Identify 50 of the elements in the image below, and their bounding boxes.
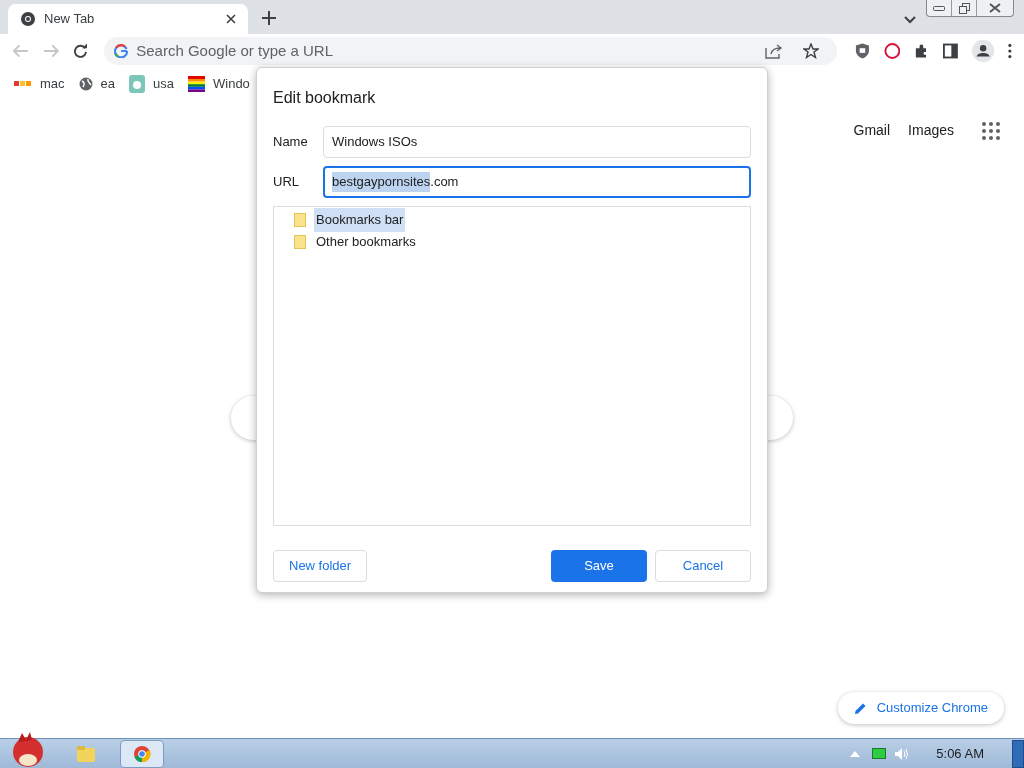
header-link[interactable]: Images: [908, 120, 954, 141]
browser-tab[interactable]: New Tab: [8, 4, 248, 34]
dialog-title: Edit bookmark: [273, 88, 377, 108]
clock-time: 5:06 AM: [936, 744, 984, 763]
close-icon[interactable]: [226, 14, 236, 24]
pencil-icon: [853, 701, 867, 715]
bookmark-item[interactable]: ea: [78, 74, 116, 94]
apps-grid-icon[interactable]: [982, 121, 1000, 140]
name-field[interactable]: Windows ISOs: [323, 126, 751, 158]
globe-icon: [78, 77, 93, 91]
save-button[interactable]: Save: [551, 550, 647, 582]
tab-title: New Tab: [44, 10, 96, 29]
field-label: Name: [273, 133, 309, 152]
close-icon[interactable]: [989, 3, 1001, 13]
rainbow-flag-icon: [188, 76, 205, 92]
folder-icon: [294, 235, 306, 249]
customize-chrome-button[interactable]: Customize Chrome: [837, 692, 1004, 724]
header-link[interactable]: Gmail: [853, 120, 891, 141]
new-folder-button[interactable]: New folder: [273, 550, 368, 582]
app-icon: [129, 75, 146, 93]
restore-icon[interactable]: [958, 2, 970, 14]
folder-item[interactable]: Bookmarks bar: [314, 208, 406, 232]
chevron-down-icon[interactable]: [904, 16, 916, 24]
show-desktop-button[interactable]: [1012, 739, 1024, 768]
bookmark-item[interactable]: Windo: [188, 74, 250, 94]
google-icon: [114, 44, 129, 58]
chrome-icon: [133, 744, 151, 763]
address-bar[interactable]: Search Google or type a URL: [104, 37, 837, 65]
chrome-icon: [20, 11, 36, 27]
apps-icon: [14, 80, 32, 88]
folder-item[interactable]: Other bookmarks: [314, 230, 418, 254]
star-icon[interactable]: [802, 43, 819, 59]
bookmark-item[interactable]: mac: [14, 74, 65, 94]
address-placeholder: Search Google or type a URL: [136, 40, 335, 61]
taskbar-app-button[interactable]: [120, 739, 164, 768]
bookmark-item[interactable]: usa: [129, 74, 174, 94]
cancel-button[interactable]: Cancel: [655, 550, 751, 582]
network-icon[interactable]: [872, 747, 887, 760]
reload-icon[interactable]: [73, 43, 89, 59]
field-label: URL: [273, 173, 300, 192]
share-icon[interactable]: [764, 43, 783, 59]
profile-icon[interactable]: [972, 39, 995, 63]
ring-icon[interactable]: [883, 42, 901, 60]
folder-icon: [294, 213, 306, 227]
side-panel-icon[interactable]: [943, 43, 959, 59]
menu-icon[interactable]: [1008, 43, 1012, 59]
new-tab-icon[interactable]: [262, 11, 276, 25]
minimize-icon[interactable]: [933, 5, 945, 11]
shield-icon[interactable]: [854, 42, 870, 60]
url-field[interactable]: bestgaypornsites.com: [323, 166, 751, 198]
